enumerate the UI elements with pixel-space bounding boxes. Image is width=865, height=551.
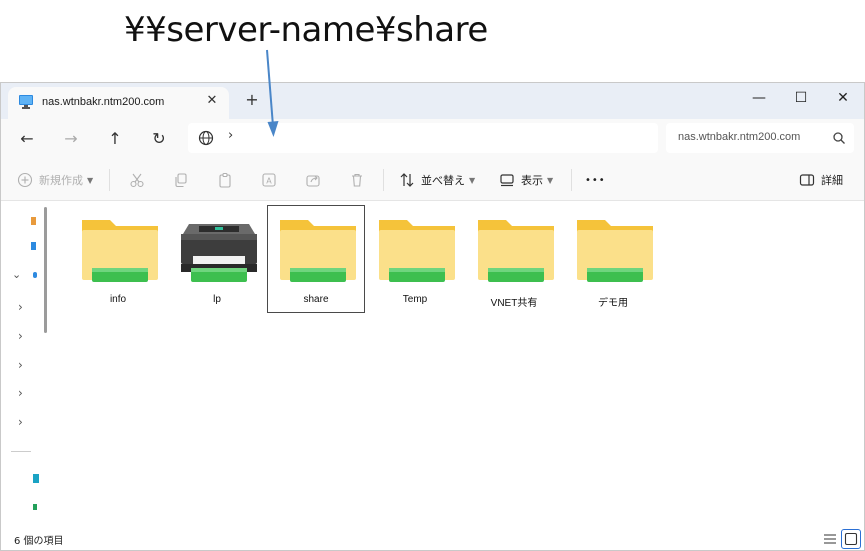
navigation-pane: ⌄ › › › › › xyxy=(1,202,49,528)
delete-icon[interactable] xyxy=(349,169,365,191)
new-button[interactable]: 新規作成 ▼ xyxy=(17,169,93,191)
tab-title: nas.wtnbakr.ntm200.com xyxy=(42,96,165,108)
content-area: ⌄ › › › › › info lp share Temp VNET共有 デモ… xyxy=(1,202,864,528)
shared-folder-icon xyxy=(379,220,455,282)
shared-folder-icon xyxy=(478,220,554,282)
minimize-button[interactable]: — xyxy=(739,83,779,113)
view-icon xyxy=(500,174,514,187)
shared-folder-icon xyxy=(577,220,653,282)
shared-folder-icon xyxy=(82,220,158,282)
status-bar: 6 個の項目 xyxy=(1,528,864,550)
item-count: 6 個の項目 xyxy=(14,536,64,547)
close-window-button[interactable]: ✕ xyxy=(823,83,863,113)
printer-icon xyxy=(181,224,257,282)
view-button-label: 表示 xyxy=(521,174,543,187)
printer-item[interactable]: lp xyxy=(169,206,265,312)
sort-button[interactable]: 並べ替え ▼ xyxy=(399,169,475,191)
refresh-button[interactable]: ↻ xyxy=(145,125,173,153)
navigation-bar: ← → ↑ ↻ › nas.wtnbakr.ntm200.com xyxy=(1,119,864,159)
item-label: info xyxy=(109,294,127,305)
search-icon xyxy=(833,132,845,144)
item-label: デモ用 xyxy=(598,298,628,309)
item-label: Temp xyxy=(402,294,428,305)
chevron-right-icon[interactable]: › xyxy=(18,329,23,343)
chevron-down-icon[interactable]: ⌄ xyxy=(12,268,21,281)
toolbar-divider xyxy=(383,169,384,191)
share-icon[interactable] xyxy=(305,169,321,191)
list-view-icon[interactable] xyxy=(823,532,837,546)
view-button[interactable]: 表示 ▼ xyxy=(499,169,553,191)
details-pane-button[interactable]: 詳細 xyxy=(799,169,843,191)
forward-button[interactable]: → xyxy=(57,125,85,153)
more-options-button[interactable]: ••• xyxy=(585,169,606,191)
title-bar: nas.wtnbakr.ntm200.com ✕ + — ☐ ✕ xyxy=(1,83,864,119)
svg-text:A: A xyxy=(266,177,272,186)
folder-item[interactable]: Temp xyxy=(367,206,463,312)
new-button-label: 新規作成 xyxy=(39,174,83,187)
chevron-down-icon: ▼ xyxy=(469,175,476,185)
nav-pane-cloud-icon[interactable] xyxy=(33,272,37,278)
shared-folder-icon xyxy=(280,220,356,282)
chevron-down-icon: ▼ xyxy=(547,175,554,185)
annotation-title: ¥¥server-name¥share xyxy=(124,10,488,50)
nav-pane-scrollbar[interactable] xyxy=(44,207,47,333)
tiles-view-button[interactable] xyxy=(841,529,861,549)
cut-icon[interactable] xyxy=(129,169,145,191)
folder-item[interactable]: info xyxy=(70,206,166,312)
copy-icon[interactable] xyxy=(173,169,189,191)
item-label: share xyxy=(303,294,329,305)
chevron-right-icon[interactable]: › xyxy=(18,415,23,429)
chevron-down-icon: ▼ xyxy=(87,175,94,185)
rename-icon[interactable]: A xyxy=(261,169,277,191)
nav-pane-divider xyxy=(11,451,31,452)
folder-item[interactable]: デモ用 xyxy=(565,206,661,312)
up-button[interactable]: ↑ xyxy=(101,125,129,153)
nav-pane-gallery-icon[interactable] xyxy=(31,242,36,250)
sort-icon xyxy=(400,173,414,187)
chevron-right-icon[interactable]: › xyxy=(18,300,23,314)
chevron-right-icon[interactable]: › xyxy=(228,128,233,143)
details-pane-icon xyxy=(799,174,815,186)
file-explorer-window: nas.wtnbakr.ntm200.com ✕ + — ☐ ✕ ← → ↑ ↻… xyxy=(0,82,865,551)
nav-pane-home-icon[interactable] xyxy=(31,217,36,225)
paste-icon[interactable] xyxy=(217,169,233,191)
details-pane-label: 詳細 xyxy=(821,174,843,187)
folder-item[interactable]: VNET共有 xyxy=(466,206,562,312)
back-button[interactable]: ← xyxy=(13,125,41,153)
command-bar: 新規作成 ▼ A 並べ替え ▼ 表示 ▼ ••• 詳細 xyxy=(1,159,864,201)
folder-item-selected[interactable]: share xyxy=(267,205,365,313)
plus-circle-icon xyxy=(17,172,33,188)
toolbar-divider xyxy=(571,169,572,191)
nav-pane-linux-icon[interactable] xyxy=(33,504,37,510)
item-label: lp xyxy=(213,294,221,305)
new-tab-button[interactable]: + xyxy=(241,89,263,111)
tab-close-icon[interactable]: ✕ xyxy=(204,93,220,109)
address-bar[interactable]: › xyxy=(188,123,658,153)
maximize-button[interactable]: ☐ xyxy=(781,83,821,113)
item-label: VNET共有 xyxy=(490,298,538,309)
chevron-right-icon[interactable]: › xyxy=(18,358,23,372)
globe-icon xyxy=(198,130,214,146)
search-input[interactable]: nas.wtnbakr.ntm200.com xyxy=(666,123,854,153)
toolbar-divider xyxy=(109,169,110,191)
chevron-right-icon[interactable]: › xyxy=(18,386,23,400)
search-placeholder: nas.wtnbakr.ntm200.com xyxy=(678,131,801,143)
nav-pane-network-icon[interactable] xyxy=(33,474,39,483)
sort-button-label: 並べ替え xyxy=(421,174,465,187)
network-computer-icon xyxy=(19,95,33,109)
tab-active[interactable]: nas.wtnbakr.ntm200.com ✕ xyxy=(8,87,229,119)
tiles-view-icon xyxy=(844,532,858,546)
